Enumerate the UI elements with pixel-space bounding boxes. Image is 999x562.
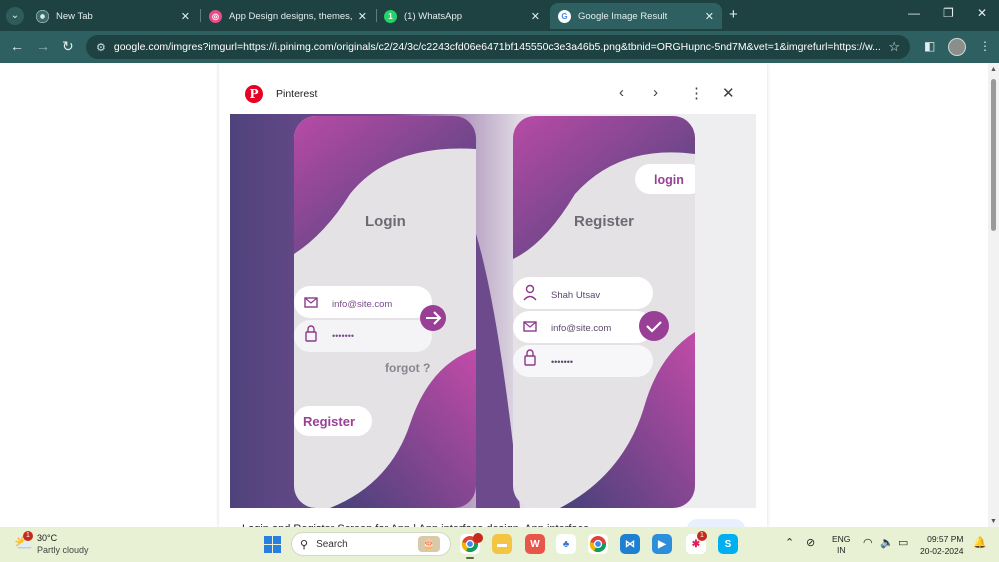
side-panel-icon[interactable]: ◧ <box>924 39 935 53</box>
close-icon[interactable]: ✕ <box>722 84 735 102</box>
bookmark-star-icon[interactable]: ☆ <box>888 39 900 55</box>
wps-office-icon[interactable]: W <box>525 534 545 554</box>
forgot-text: forgot ? <box>385 361 430 375</box>
chevron-up-icon[interactable]: ⌃ <box>785 536 794 549</box>
region-code: IN <box>836 545 846 555</box>
restore-icon[interactable]: ❐ <box>943 6 954 20</box>
volume-icon[interactable]: 🔈 <box>880 536 894 549</box>
language-code: ENG <box>832 534 851 544</box>
back-arrow-icon[interactable]: ← <box>10 38 24 54</box>
reload-icon[interactable]: ↻ <box>62 38 74 55</box>
login-screen-mockup <box>294 116 476 508</box>
clock[interactable]: 09:57 PM 20-02-2024 <box>920 533 963 557</box>
windows-start-icon[interactable] <box>264 536 281 553</box>
new-tab-button[interactable]: + <box>729 6 738 23</box>
search-icon: ⚲ <box>300 538 309 551</box>
login-button-text: login <box>654 173 684 187</box>
login-title: Login <box>365 213 406 230</box>
temperature[interactable]: 30°C <box>37 533 57 543</box>
notification-bell-icon[interactable]: 🔔 <box>973 536 987 549</box>
language-indicator[interactable]: ENG IN <box>832 534 850 556</box>
menu-icon[interactable]: ⋮ <box>979 39 991 53</box>
register-title: Register <box>574 213 634 230</box>
close-tab-icon[interactable]: ✕ <box>358 10 367 23</box>
scroll-down-icon[interactable]: ▼ <box>990 518 997 525</box>
tab-title: New Tab <box>56 10 93 22</box>
tab-google-image-result[interactable]: G Google Image Result ✕ <box>550 3 722 29</box>
preview-image[interactable]: Login info@site.com ••••••• forgot ? Reg… <box>230 114 756 508</box>
google-icon: G <box>558 9 571 23</box>
browser-toolbar: ← → ↻ ⚙ google.com/imgres?imgurl=https:/… <box>0 31 999 63</box>
scrollbar-thumb[interactable] <box>991 79 996 231</box>
chrome-alt-icon[interactable] <box>588 534 608 554</box>
visit-button[interactable] <box>687 519 745 527</box>
taskbar: ⛅ 1 30°C Partly cloudy ⚲ Search 🎂 ▬ W ♣ … <box>0 527 999 562</box>
wifi-icon[interactable]: ◠ <box>863 536 873 549</box>
close-tab-icon[interactable]: ✕ <box>181 10 190 23</box>
skype-icon[interactable]: S <box>718 534 738 554</box>
search-label: Search <box>316 538 348 550</box>
page-content: P Pinterest ‹ › ⋮ ✕ Login info@site.com … <box>0 63 999 527</box>
tab-title: (1) WhatsApp <box>404 10 463 22</box>
address-bar[interactable]: ⚙ google.com/imgres?imgurl=https://i.pin… <box>86 35 910 59</box>
previous-icon[interactable]: ‹ <box>619 84 624 101</box>
app-icon[interactable]: ♣ <box>556 534 576 554</box>
name-field-text: Shah Utsav <box>551 290 600 301</box>
weather-condition[interactable]: Partly cloudy <box>37 545 89 555</box>
scroll-up-icon[interactable]: ▲ <box>990 66 997 73</box>
chrome-icon <box>36 9 49 23</box>
minimize-icon[interactable]: — <box>908 6 920 20</box>
close-window-icon[interactable]: ✕ <box>977 6 987 20</box>
tab-whatsapp[interactable]: 1 (1) WhatsApp ✕ <box>376 3 548 29</box>
more-options-icon[interactable]: ⋮ <box>689 84 704 102</box>
battery-icon[interactable]: ▭ <box>898 536 908 549</box>
dribbble-icon: ◎ <box>209 9 222 23</box>
site-info-icon[interactable]: ⚙ <box>96 41 106 54</box>
page-scrollbar[interactable]: ▲ ▼ <box>988 63 999 527</box>
pinterest-icon: P <box>245 85 263 103</box>
weather-badge: 1 <box>23 531 33 541</box>
avatar[interactable] <box>948 38 966 56</box>
source-name[interactable]: Pinterest <box>276 88 317 100</box>
register-button-text: Register <box>303 414 355 429</box>
taskbar-search[interactable]: ⚲ Search 🎂 <box>291 532 451 556</box>
register-password-text: ••••••• <box>551 357 573 367</box>
close-tab-icon[interactable]: ✕ <box>531 10 540 23</box>
tab-title: Google Image Result <box>578 10 668 22</box>
time-text: 09:57 PM <box>927 534 964 544</box>
register-email-text: info@site.com <box>551 323 611 334</box>
file-explorer-icon[interactable]: ▬ <box>492 534 512 554</box>
url-text: google.com/imgres?imgurl=https://i.pinim… <box>113 41 881 53</box>
whatsapp-icon: 1 <box>384 9 397 23</box>
image-viewer-panel: P Pinterest ‹ › ⋮ ✕ Login info@site.com … <box>219 63 767 527</box>
vscode-icon[interactable]: ⋈ <box>620 534 640 554</box>
tab-title: App Design designs, themes, te <box>229 10 352 22</box>
login-email-text: info@site.com <box>332 299 392 310</box>
image-caption[interactable]: Login and Register Screen for App | App … <box>242 518 672 527</box>
tab-new-tab[interactable]: New Tab ✕ <box>28 3 198 29</box>
forward-arrow-icon[interactable]: → <box>36 38 50 54</box>
next-icon[interactable]: › <box>653 84 658 101</box>
network-off-icon[interactable]: ⊘ <box>806 536 815 549</box>
power-automate-icon[interactable]: ▶ <box>652 534 672 554</box>
tab-search-button[interactable]: ⌄ <box>6 7 24 25</box>
slack-badge: 1 <box>697 531 707 541</box>
chrome-profile-badge <box>473 533 483 543</box>
tab-app-design[interactable]: ◎ App Design designs, themes, te ✕ <box>201 3 375 29</box>
tab-strip: ⌄ New Tab ✕ ◎ App Design designs, themes… <box>0 0 999 31</box>
search-highlight-icon: 🎂 <box>418 536 440 552</box>
date-text: 20-02-2024 <box>920 546 964 556</box>
close-tab-icon[interactable]: ✕ <box>705 10 714 23</box>
login-password-text: ••••••• <box>332 331 354 341</box>
